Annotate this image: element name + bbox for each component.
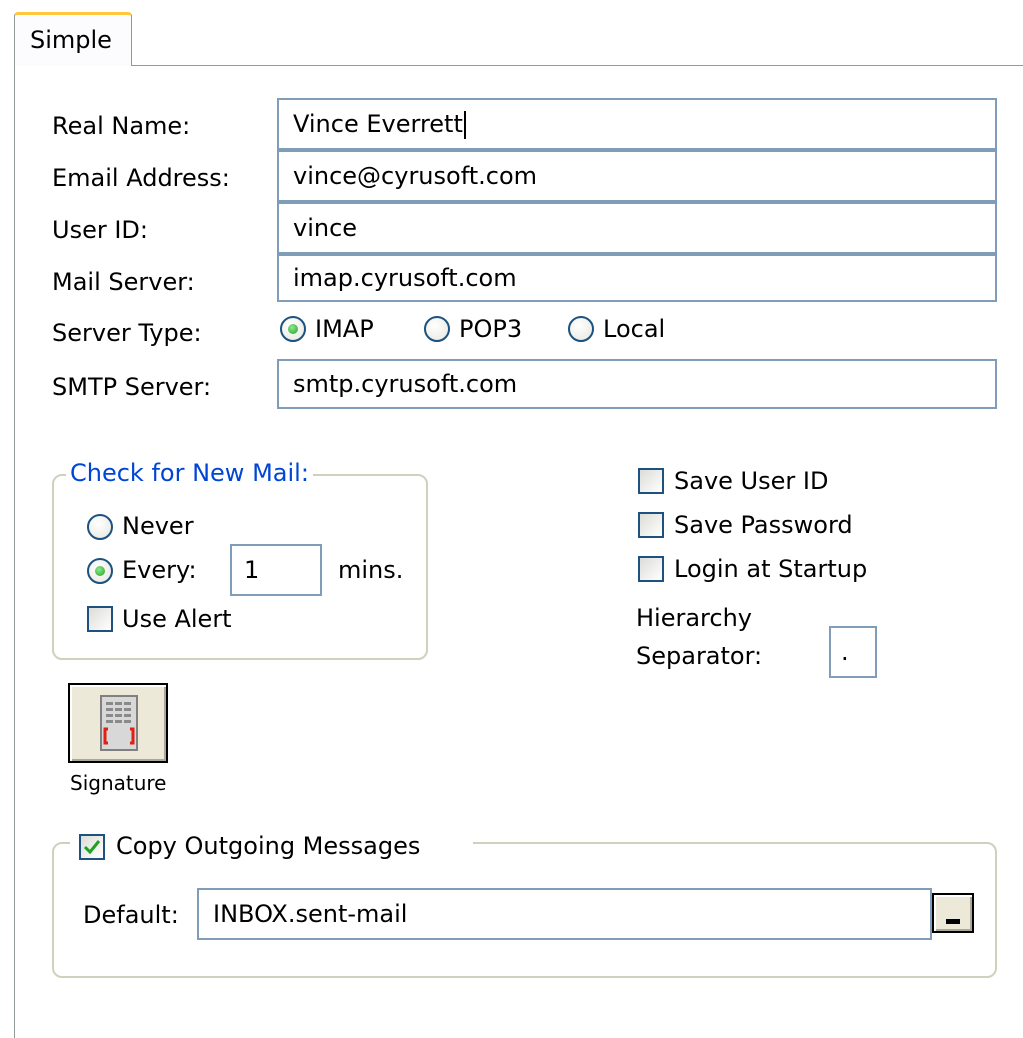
interval-field[interactable]: 1 (230, 544, 322, 596)
signature-icon (100, 695, 138, 751)
signature-button[interactable] (68, 683, 168, 763)
save-password-checkbox[interactable] (638, 512, 664, 538)
use-alert-label[interactable]: Use Alert (122, 604, 232, 634)
login-at-startup-checkbox[interactable] (638, 556, 664, 582)
save-password-label[interactable]: Save Password (674, 510, 853, 540)
never-label[interactable]: Never (122, 511, 194, 541)
panel-border-top (131, 65, 1023, 66)
copy-outgoing-label[interactable]: Copy Outgoing Messages (116, 831, 420, 861)
local-radio[interactable] (568, 316, 594, 342)
pop3-label[interactable]: POP3 (459, 314, 522, 344)
email-label: Email Address: (52, 164, 230, 192)
check-mail-title: Check for New Mail: (66, 458, 313, 488)
panel-border-left (14, 65, 15, 1038)
real-name-field[interactable]: Vince Everrett (277, 98, 997, 150)
interval-unit-label: mins. (338, 556, 404, 584)
default-mailbox-field[interactable]: INBOX.sent-mail (197, 888, 932, 940)
user-id-label: User ID: (52, 216, 148, 244)
local-label[interactable]: Local (603, 314, 665, 344)
save-user-id-label[interactable]: Save User ID (674, 466, 828, 496)
real-name-label: Real Name: (52, 112, 191, 140)
real-name-value: Vince Everrett (293, 110, 463, 138)
pop3-radio[interactable] (424, 316, 450, 342)
never-radio[interactable] (87, 514, 113, 540)
server-type-label: Server Type: (52, 319, 202, 347)
tab-simple[interactable]: Simple (14, 12, 132, 66)
hierarchy-separator-field[interactable]: . (829, 626, 877, 678)
hierarchy-label-line1: Hierarchy (636, 604, 753, 632)
copy-outgoing-checkbox[interactable] (79, 834, 105, 860)
radio-selected-dot (288, 324, 298, 334)
mail-server-field[interactable]: imap.cyrusoft.com (277, 254, 997, 302)
default-label: Default: (83, 901, 179, 929)
dropdown-icon (946, 919, 960, 924)
smtp-server-field[interactable]: smtp.cyrusoft.com (277, 359, 997, 409)
hierarchy-label-line2: Separator: (636, 642, 763, 670)
signature-label: Signature (70, 771, 167, 795)
user-id-field[interactable]: vince (277, 202, 997, 254)
text-caret (463, 111, 466, 139)
radio-selected-dot (95, 566, 105, 576)
every-radio[interactable] (87, 558, 113, 584)
email-field[interactable]: vince@cyrusoft.com (277, 150, 997, 202)
smtp-server-label: SMTP Server: (52, 373, 212, 401)
save-user-id-checkbox[interactable] (638, 468, 664, 494)
mail-server-label: Mail Server: (52, 268, 195, 296)
every-label[interactable]: Every: (122, 555, 197, 585)
imap-label[interactable]: IMAP (315, 314, 374, 344)
use-alert-checkbox[interactable] (87, 606, 113, 632)
login-at-startup-label[interactable]: Login at Startup (674, 554, 867, 584)
checkmark-icon (83, 840, 101, 855)
default-mailbox-dropdown-button[interactable] (932, 893, 974, 933)
imap-radio[interactable] (280, 316, 306, 342)
